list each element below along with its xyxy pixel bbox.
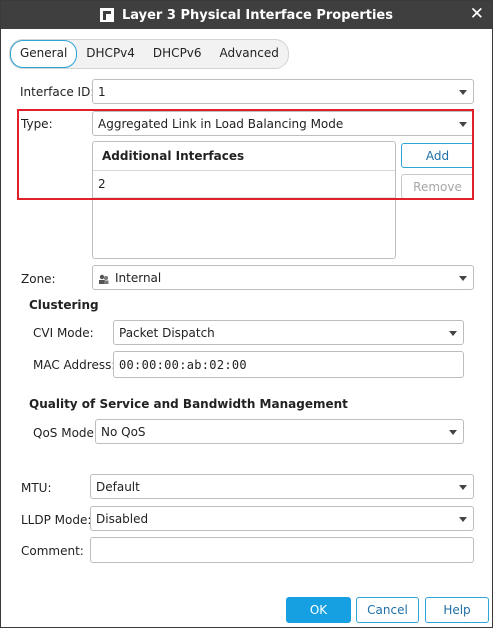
add-button[interactable]: Add xyxy=(401,143,474,168)
comment-input[interactable] xyxy=(90,537,474,563)
clustering-title: Clustering xyxy=(29,298,99,312)
tab-dhcpv4[interactable]: DHCPv4 xyxy=(77,40,144,68)
qos-mode-value: No QoS xyxy=(101,424,146,439)
lldp-mode-select[interactable]: Disabled xyxy=(90,506,474,531)
cvi-mode-value: Packet Dispatch xyxy=(119,325,215,340)
tab-dhcpv6[interactable]: DHCPv6 xyxy=(144,40,211,68)
mac-address-label: MAC Address: xyxy=(33,358,116,372)
chevron-down-icon xyxy=(459,121,467,127)
table-row[interactable]: 2 xyxy=(93,171,395,198)
qos-mode-label: QoS Mode: xyxy=(33,426,98,440)
lldp-mode-value: Disabled xyxy=(96,511,149,526)
chevron-down-icon xyxy=(459,516,467,522)
additional-interfaces-header: Additional Interfaces xyxy=(93,142,395,171)
interface-id-value: 1 xyxy=(98,84,106,99)
qos-mode-select[interactable]: No QoS xyxy=(95,419,464,444)
cancel-button[interactable]: Cancel xyxy=(356,597,419,623)
type-value: Aggregated Link in Load Balancing Mode xyxy=(98,116,344,131)
tab-general[interactable]: General xyxy=(10,40,78,68)
zone-icon xyxy=(98,273,109,284)
qos-title: Quality of Service and Bandwidth Managem… xyxy=(29,397,348,411)
window-title: Layer 3 Physical Interface Properties xyxy=(121,7,393,23)
mac-address-input[interactable]: 00:00:00:ab:02:00 xyxy=(113,351,464,378)
zone-select[interactable]: Internal xyxy=(92,265,474,290)
chevron-down-icon xyxy=(459,484,467,490)
interface-id-label: Interface ID: xyxy=(20,85,95,99)
cvi-mode-select[interactable]: Packet Dispatch xyxy=(113,320,464,345)
chevron-down-icon xyxy=(459,275,467,281)
ok-button[interactable]: OK xyxy=(286,597,351,623)
remove-button[interactable]: Remove xyxy=(401,174,474,199)
zone-label: Zone: xyxy=(21,272,56,286)
mtu-label: MTU: xyxy=(21,481,52,495)
additional-interfaces-table: Additional Interfaces 2 xyxy=(92,141,396,259)
type-label: Type: xyxy=(21,117,53,131)
mtu-select[interactable]: Default xyxy=(90,474,474,499)
cvi-mode-label: CVI Mode: xyxy=(33,326,94,340)
chevron-down-icon xyxy=(449,429,457,435)
lldp-mode-label: LLDP Mode: xyxy=(21,513,92,527)
tab-advanced[interactable]: Advanced xyxy=(211,40,288,68)
tab-bar: General DHCPv4 DHCPv6 Advanced xyxy=(9,39,289,69)
comment-label: Comment: xyxy=(21,544,84,558)
app-logo-icon xyxy=(99,8,114,22)
chevron-down-icon xyxy=(449,330,457,336)
title-bar: Layer 3 Physical Interface Properties ✕ xyxy=(1,1,492,29)
zone-value: Internal xyxy=(115,270,162,285)
properties-dialog: Layer 3 Physical Interface Properties ✕ … xyxy=(0,0,493,628)
close-icon[interactable]: ✕ xyxy=(470,5,484,23)
chevron-down-icon xyxy=(459,89,467,95)
help-button[interactable]: Help xyxy=(425,597,489,623)
type-select[interactable]: Aggregated Link in Load Balancing Mode xyxy=(92,111,474,136)
interface-id-select[interactable]: 1 xyxy=(92,79,474,104)
mac-address-value: 00:00:00:ab:02:00 xyxy=(119,357,247,372)
mtu-value: Default xyxy=(96,479,140,494)
